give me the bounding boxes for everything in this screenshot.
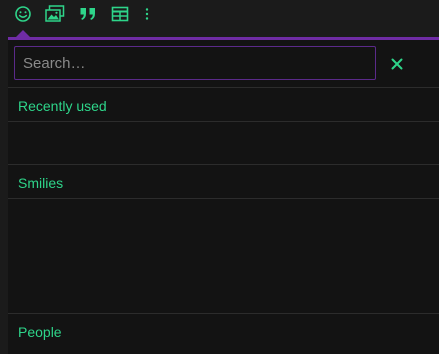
emoji-search-input[interactable] — [14, 46, 376, 80]
divider — [8, 87, 439, 88]
quote-icon[interactable] — [77, 4, 99, 24]
table-icon[interactable] — [109, 4, 131, 24]
image-icon[interactable] — [44, 4, 66, 24]
section-title-smilies: Smilies — [18, 175, 64, 191]
emoji-picker-panel: Recently used Smilies People — [8, 37, 439, 354]
smiley-icon[interactable] — [12, 4, 34, 24]
section-title-people: People — [18, 324, 62, 340]
close-icon[interactable] — [386, 53, 408, 75]
search-row — [8, 40, 439, 87]
more-vertical-icon[interactable] — [136, 4, 158, 24]
section-title-recently-used: Recently used — [18, 98, 107, 114]
divider — [8, 164, 439, 165]
smilies-emoji-grid — [8, 199, 439, 313]
recently-used-emoji-grid — [8, 122, 439, 164]
editor-toolbar — [0, 0, 439, 32]
divider — [8, 313, 439, 314]
